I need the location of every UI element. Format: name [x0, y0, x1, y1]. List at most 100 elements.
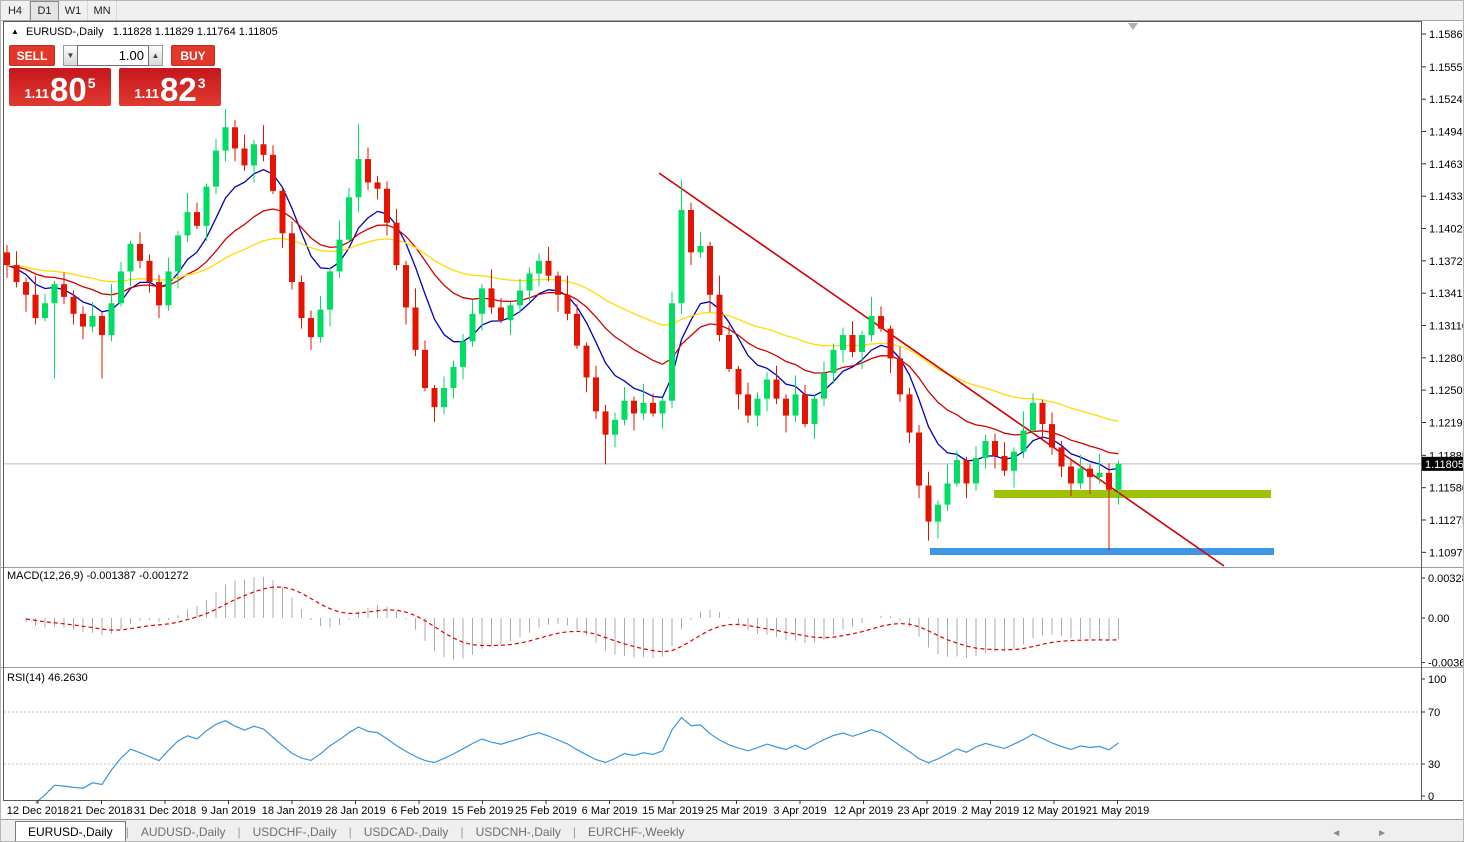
candle-body: [80, 314, 86, 327]
candle-body: [508, 305, 514, 320]
candle-body: [52, 284, 58, 303]
buy-price-big: 82: [160, 76, 197, 104]
chart-tab-usdcad-daily[interactable]: USDCAD-,Daily: [352, 822, 461, 842]
sell-button[interactable]: SELL: [9, 45, 55, 66]
buy-price-prefix: 1.11: [134, 87, 159, 100]
price-tick-label: 1.14330: [1429, 191, 1464, 203]
candle-body: [821, 373, 827, 398]
candle-body: [764, 380, 770, 399]
candle-body: [726, 335, 732, 369]
price-tick-label: 1.15860: [1429, 29, 1464, 41]
buy-price-display[interactable]: 1.11 82 3: [119, 68, 221, 106]
time-tick-label: 23 Apr 2019: [897, 805, 956, 817]
volume-increase-button[interactable]: ▲: [149, 45, 163, 66]
candle-body: [812, 399, 818, 424]
candle-body: [1021, 430, 1027, 451]
candle-body: [736, 369, 742, 394]
current-price-label: 1.11805: [1425, 459, 1464, 471]
chart-tab-eurusd-daily[interactable]: EURUSD-,Daily: [15, 821, 126, 842]
candle-body: [365, 159, 371, 182]
chart-tab-strip: EURUSD-,Daily|AUDUSD-,Daily|USDCHF-,Dail…: [1, 819, 696, 842]
rsi-tick-label: 0: [1428, 791, 1434, 803]
collapse-triangle-icon[interactable]: ▲: [11, 27, 19, 36]
buy-button[interactable]: BUY: [171, 45, 215, 66]
candle-body: [631, 401, 637, 414]
time-tick-label: 6 Feb 2019: [391, 805, 447, 817]
price-tick-label: 1.12805: [1429, 353, 1464, 365]
candle-body: [698, 246, 704, 252]
candle-body: [907, 394, 913, 432]
candle-body: [945, 483, 951, 504]
chart-symbol-label: EURUSD-,Daily: [26, 26, 104, 38]
candle-body: [1049, 424, 1055, 447]
candle-body: [565, 295, 571, 314]
candle-body: [90, 316, 96, 327]
candle-body: [755, 399, 761, 416]
candle-body: [470, 314, 476, 342]
candle-body: [137, 244, 143, 261]
price-tick-label: 1.14025: [1429, 224, 1464, 236]
candle-body: [859, 335, 865, 352]
candle-body: [622, 401, 628, 420]
main-chart-svg[interactable]: 1.158601.155501.152451.149401.146351.143…: [1, 1, 1464, 842]
candle-body: [679, 210, 685, 303]
chart-header: ▲ EURUSD-,Daily 1.11828 1.11829 1.11764 …: [11, 26, 278, 38]
candle-body: [536, 261, 542, 274]
price-tick-label: 1.14635: [1429, 159, 1464, 171]
candle-body: [774, 380, 780, 399]
price-tick-label: 1.13415: [1429, 288, 1464, 300]
candle-body: [147, 261, 153, 282]
candle-body: [793, 394, 799, 415]
rsi-tick-label: 30: [1428, 759, 1440, 771]
candle-body: [166, 271, 172, 305]
candle-body: [460, 341, 466, 366]
candle-body: [422, 350, 428, 388]
candle-body: [612, 420, 618, 435]
candle-body: [261, 144, 267, 155]
time-tick-label: 12 Dec 2018: [7, 805, 69, 817]
macd-indicator-label: MACD(12,26,9) -0.001387 -0.001272: [7, 570, 189, 582]
candle-body: [517, 291, 523, 306]
macd-tick-label: 0.00: [1428, 613, 1449, 625]
one-click-trading-widget: SELL ▼ ▲ BUY 1.11 80 5 1.11 82 3: [9, 45, 221, 106]
price-tick-label: 1.12500: [1429, 385, 1464, 397]
price-tick-label: 1.13110: [1429, 321, 1464, 333]
price-tick-label: 1.15245: [1429, 94, 1464, 106]
time-tick-label: 15 Mar 2019: [642, 805, 704, 817]
support-zone-rectangle[interactable]: [994, 490, 1271, 498]
candle-body: [745, 394, 751, 415]
time-tick-label: 9 Jan 2019: [201, 805, 255, 817]
price-tick-label: 1.12195: [1429, 417, 1464, 429]
chart-tab-usdchf-daily[interactable]: USDCHF-,Daily: [241, 822, 349, 842]
candle-body: [327, 271, 333, 309]
candle-body: [242, 148, 248, 165]
candle-body: [926, 486, 932, 522]
time-tick-label: 2 May 2019: [962, 805, 1019, 817]
chart-background: [1, 21, 1464, 823]
sell-price-display[interactable]: 1.11 80 5: [9, 68, 111, 106]
chart-tab-audusd-daily[interactable]: AUDUSD-,Daily: [129, 822, 238, 842]
time-tick-label: 31 Dec 2018: [134, 805, 196, 817]
candle-body: [403, 265, 409, 307]
time-tick-label: 21 Dec 2018: [70, 805, 132, 817]
price-tick-label: 1.13720: [1429, 256, 1464, 268]
time-tick-label: 25 Feb 2019: [515, 805, 577, 817]
candle-body: [669, 303, 675, 401]
candle-body: [584, 346, 590, 378]
candle-body: [869, 316, 875, 335]
chart-tab-usdcnh-daily[interactable]: USDCNH-,Daily: [464, 822, 573, 842]
candle-body: [280, 191, 286, 233]
volume-decrease-button[interactable]: ▼: [63, 45, 77, 66]
candle-body: [593, 377, 599, 411]
demand-zone-rectangle[interactable]: [930, 548, 1274, 555]
rsi-tick-label: 70: [1428, 707, 1440, 719]
candle-body: [1002, 456, 1008, 471]
volume-input[interactable]: [77, 45, 149, 66]
candle-body: [394, 223, 400, 265]
candle-body: [1059, 447, 1065, 466]
tab-scroll-arrows[interactable]: ◄►: [1331, 828, 1459, 839]
chart-tab-bar: EURUSD-,Daily|AUDUSD-,Daily|USDCHF-,Dail…: [1, 819, 1464, 842]
candle-body: [432, 388, 438, 407]
chart-tab-eurchf-weekly[interactable]: EURCHF-,Weekly: [576, 822, 696, 842]
candle-body: [1078, 469, 1084, 484]
